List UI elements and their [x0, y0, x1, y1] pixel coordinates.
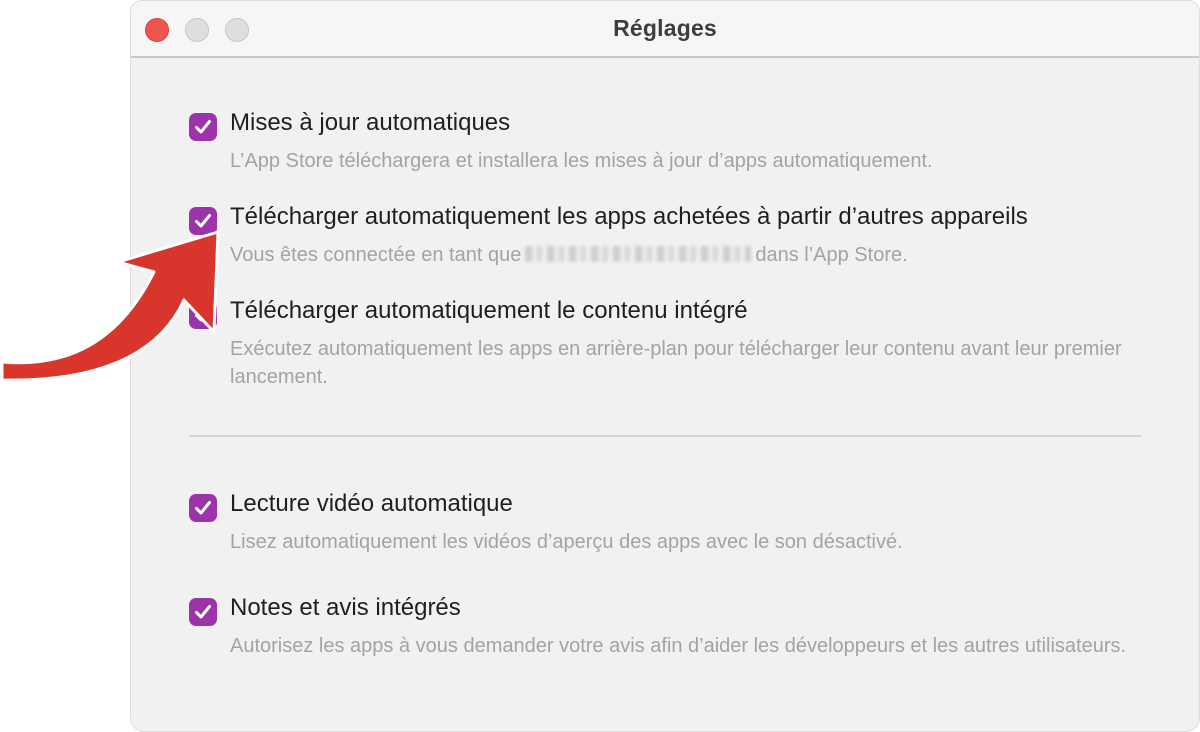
settings-window: Réglages Mises à jour automatiques L’App…: [130, 0, 1200, 732]
redacted-account-email: [525, 245, 752, 262]
option-description: Lisez automatiquement les vidéos d’aperç…: [230, 531, 903, 553]
option-description: Vous êtes connectée en tant que dans l’Ap…: [230, 241, 1130, 269]
automatic-updates-checkbox[interactable]: [189, 113, 217, 141]
checkmark-icon: [195, 501, 211, 515]
description-prefix: Vous êtes connectée en tant que: [230, 244, 522, 266]
description-suffix: dans l’App Store.: [755, 244, 908, 266]
checkmark-icon: [195, 605, 211, 619]
option-label: Lecture vidéo automatique: [230, 490, 513, 517]
screenshot: Réglages Mises à jour automatiques L’App…: [0, 0, 1200, 732]
checkmark-icon: [195, 120, 211, 134]
curved-arrow-icon: [0, 230, 220, 382]
option-description: Exécutez automatiquement les apps en arr…: [230, 338, 1122, 388]
option-description: Autorisez les apps à vous demander votre…: [230, 635, 1127, 657]
title-bar: Réglages: [131, 1, 1199, 58]
option-description: L’App Store téléchargera et installera l…: [230, 150, 933, 172]
section-divider: [189, 435, 1141, 437]
option-label: Télécharger automatiquement les apps ach…: [230, 203, 1028, 230]
in-app-ratings-checkbox[interactable]: [189, 598, 217, 626]
option-label: Mises à jour automatiques: [230, 109, 511, 136]
option-label: Télécharger automatiquement le contenu i…: [230, 297, 748, 324]
option-label: Notes et avis intégrés: [230, 594, 461, 621]
window-title: Réglages: [613, 15, 717, 41]
video-autoplay-checkbox[interactable]: [189, 494, 217, 522]
